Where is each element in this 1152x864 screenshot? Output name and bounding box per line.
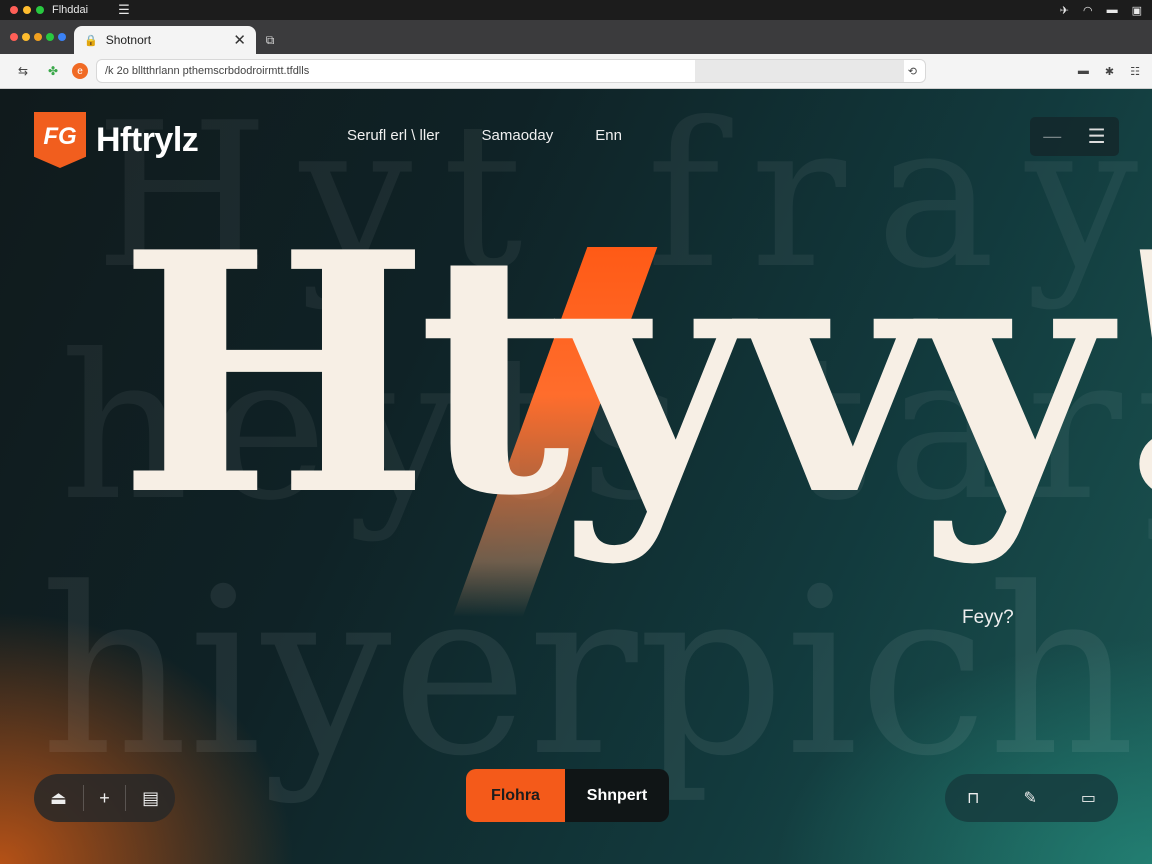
web-page: Hyt fray heyts tary hiyerpich FG Hftrylz… xyxy=(0,89,1152,864)
minimize-icon[interactable]: ▬ xyxy=(1078,65,1089,78)
toolbar-actions: ▬ ✱ ☷ xyxy=(1078,65,1140,78)
browser-tab-active[interactable]: 🔒 Shotnort ✕ xyxy=(74,26,256,54)
window-icon[interactable]: ▭ xyxy=(1081,788,1096,808)
main-nav: Serufl erl \ ller Samaoday Enn xyxy=(347,127,622,144)
os-menu-bar: Flhddai ☰ ✈ ◠ ▬ ▣ xyxy=(0,0,1152,20)
os-app-name[interactable]: Flhddai xyxy=(52,4,88,16)
settings-icon[interactable]: ☷ xyxy=(1130,65,1140,78)
background-word: hiyerpich xyxy=(40,540,1136,807)
nav-item-samaoday[interactable]: Samaoday xyxy=(482,127,554,144)
address-bar[interactable]: /k 2o blltthrlann pthemscrbdodroirmtt.tf… xyxy=(96,59,926,83)
dot-icon xyxy=(34,33,42,41)
secondary-cta-button[interactable]: Shnpert xyxy=(565,769,669,822)
brand-name: Hftrylz xyxy=(96,120,199,159)
tab-strip-dots xyxy=(10,20,66,54)
lock-icon: 🔒 xyxy=(84,34,98,47)
browser-tab-strip: 🔒 Shotnort ✕ ⧉ xyxy=(0,20,1152,54)
reload-icon[interactable]: ⟲ xyxy=(908,65,917,78)
bluetooth-icon[interactable]: ✈ xyxy=(1060,4,1069,17)
right-action-pill: ⊓ ✎ ▭ xyxy=(945,774,1118,822)
divider xyxy=(82,785,84,811)
battery-icon[interactable]: ▬ xyxy=(1107,4,1118,16)
extension-icon[interactable]: ✤ xyxy=(42,60,64,82)
dot-icon xyxy=(46,33,54,41)
url-text[interactable]: /k 2o blltthrlann pthemscrbdodroirmtt.tf… xyxy=(105,65,695,77)
plus-icon[interactable]: + xyxy=(99,788,110,809)
primary-cta-button[interactable]: Flohra xyxy=(466,769,565,822)
cta-group: Flohra Shnpert xyxy=(466,769,669,822)
control-center-icon[interactable]: ▣ xyxy=(1132,4,1142,17)
menu-icon[interactable]: ☰ xyxy=(118,2,130,18)
left-action-pill: ⏏ + ▤ xyxy=(34,774,175,822)
tab-title: Shotnort xyxy=(105,33,152,47)
dot-icon xyxy=(10,33,18,41)
new-tab-button[interactable]: ⧉ xyxy=(256,26,284,54)
hamburger-icon[interactable]: ☰ xyxy=(1088,124,1106,149)
os-status-area: ✈ ◠ ▬ ▣ xyxy=(1060,4,1142,17)
nav-item-services[interactable]: Serufl erl \ ller xyxy=(347,127,440,144)
maximize-window-button[interactable] xyxy=(36,6,44,14)
upload-icon[interactable]: ⏏ xyxy=(50,788,67,809)
site-favicon-icon: e xyxy=(72,63,88,79)
hero-headline: Htyvy! xyxy=(118,180,1152,568)
site-logo[interactable]: FG Hftrylz xyxy=(34,112,199,168)
window-controls xyxy=(10,6,44,14)
table-icon[interactable]: ⊓ xyxy=(967,788,979,808)
wifi-icon[interactable]: ◠ xyxy=(1083,4,1093,17)
hero-tagline: Feyy? xyxy=(962,607,1014,628)
menu-toggle[interactable]: — ☰ xyxy=(1030,117,1119,156)
puzzle-icon[interactable]: ✱ xyxy=(1105,65,1114,78)
pen-icon[interactable]: ✎ xyxy=(1023,788,1036,808)
divider xyxy=(125,785,127,811)
dot-icon xyxy=(58,33,66,41)
minimize-window-button[interactable] xyxy=(23,6,31,14)
dot-icon xyxy=(22,33,30,41)
minus-icon[interactable]: — xyxy=(1043,126,1061,147)
close-window-button[interactable] xyxy=(10,6,18,14)
close-icon[interactable]: ✕ xyxy=(233,31,246,49)
browser-toolbar: ⇆ ✤ e /k 2o blltthrlann pthemscrbdodroir… xyxy=(0,54,1152,89)
sidebar-toggle-icon[interactable]: ⇆ xyxy=(12,60,34,82)
logo-mark-icon: FG xyxy=(34,112,86,168)
address-bar-fill xyxy=(695,60,904,82)
document-icon[interactable]: ▤ xyxy=(142,788,159,809)
nav-item-enn[interactable]: Enn xyxy=(595,127,622,144)
